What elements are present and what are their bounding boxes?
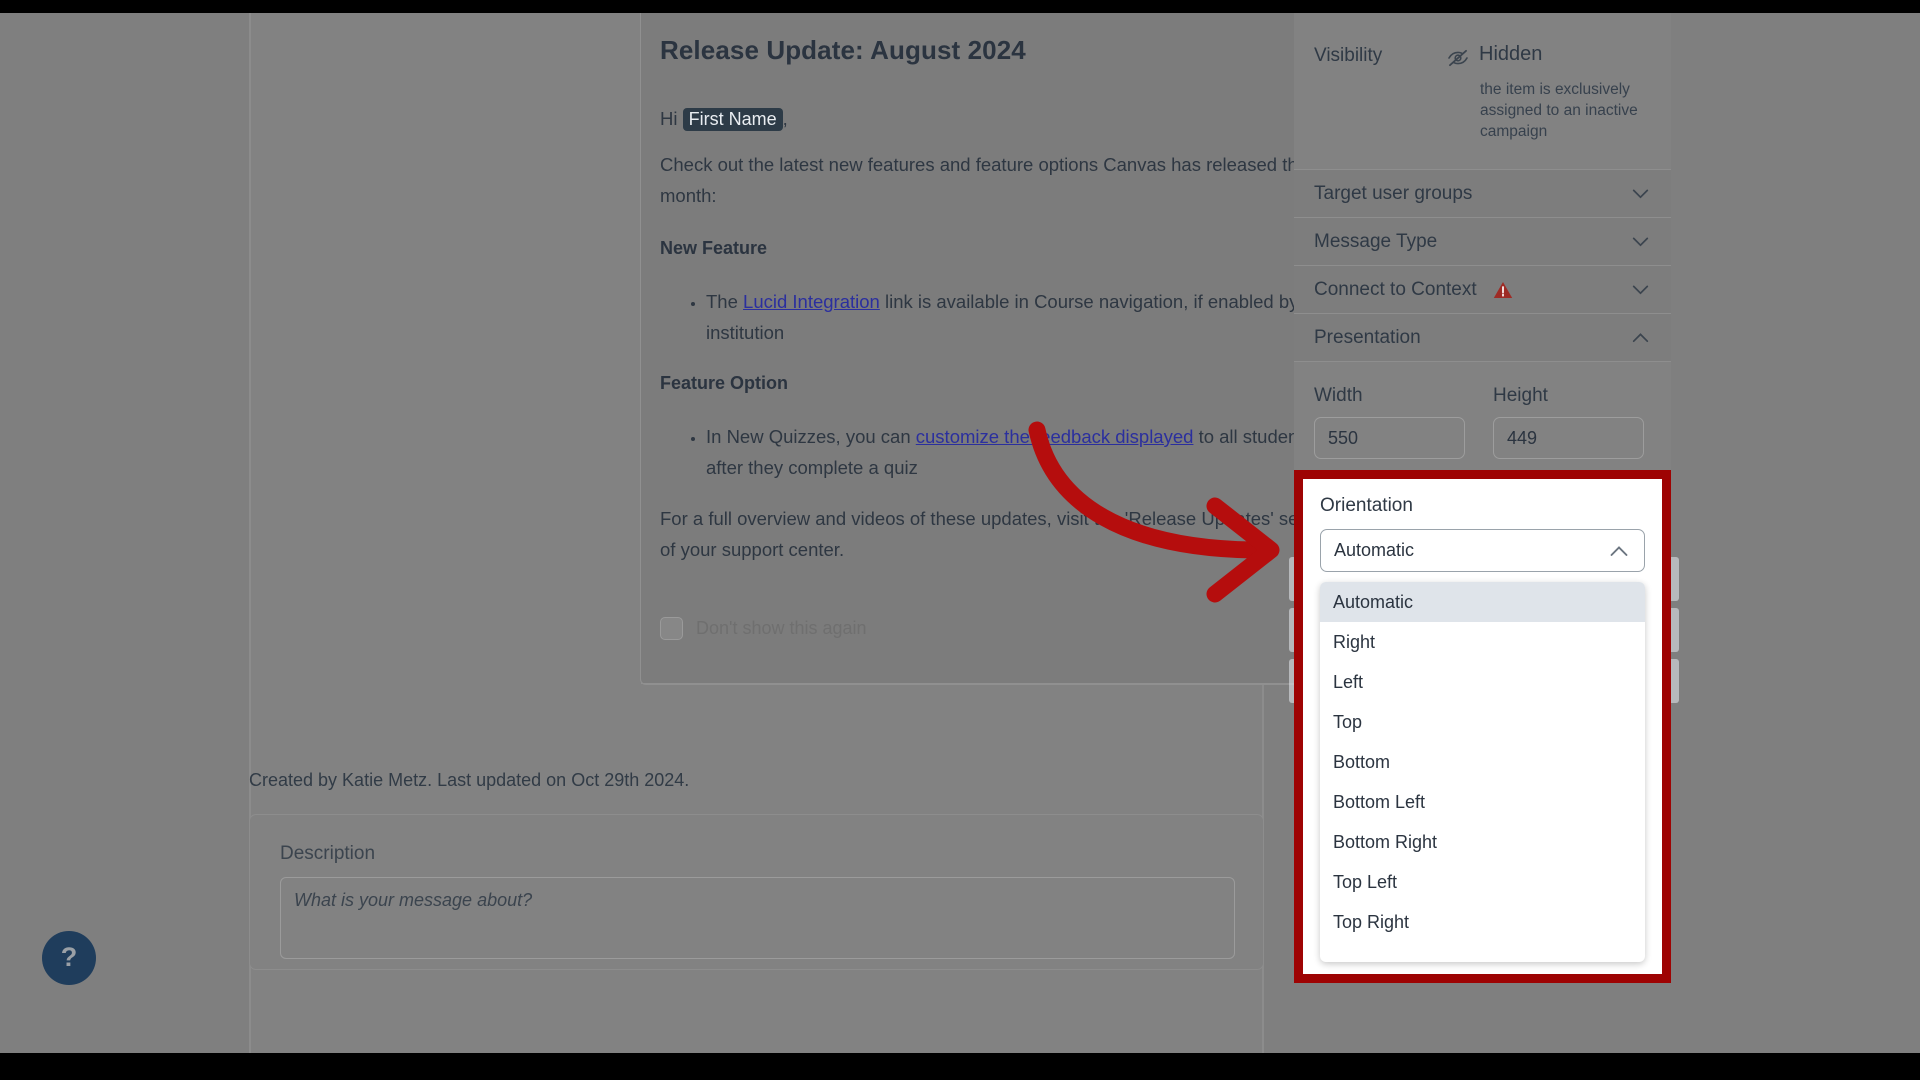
orientation-select[interactable]: Automatic (1320, 529, 1645, 572)
orientation-option-top[interactable]: Top (1320, 702, 1645, 742)
orientation-option-top-left[interactable]: Top Left (1320, 862, 1645, 902)
height-input[interactable]: 449 (1493, 417, 1644, 459)
description-input[interactable]: What is your message about? (280, 877, 1235, 959)
height-value: 449 (1507, 427, 1538, 448)
intro-paragraph: Check out the latest new features and fe… (660, 154, 1311, 206)
settings-sidebar: Visibility Hidden the item is exclusivel… (1289, 13, 1679, 703)
visibility-note: the item is exclusively assigned to an i… (1480, 81, 1638, 140)
list-item: In New Quizzes, you can customize the fe… (706, 421, 1346, 483)
question-mark-icon: ? (60, 941, 78, 972)
list-item: The Lucid Integration link is available … (706, 286, 1346, 348)
bullet-text-pre: The (706, 291, 744, 312)
orientation-label: Orientation (1320, 495, 1413, 516)
width-input[interactable]: 550 (1314, 417, 1465, 459)
greeting-prefix: Hi (660, 108, 683, 129)
chevron-up-icon (1632, 332, 1649, 342)
height-label: Height (1493, 385, 1548, 406)
sidebar-item-connect-to-context[interactable]: Connect to Context (1294, 266, 1671, 314)
accordion-label: Presentation (1314, 326, 1421, 348)
orientation-option-bottom[interactable]: Bottom (1320, 742, 1645, 782)
eye-slash-icon (1448, 49, 1468, 67)
description-label: Description (280, 843, 376, 864)
outro-paragraph: For a full overview and videos of these … (660, 508, 1338, 560)
created-by-text: Created by Katie Metz. Last updated on O… (249, 770, 690, 790)
help-button[interactable]: ? (42, 931, 96, 985)
app-page: Release Update: August 2024 ✕ Hi First N… (0, 13, 1920, 1053)
greeting-line: Hi First Name, (660, 103, 1346, 135)
warning-triangle-icon (1493, 281, 1512, 298)
bullet-text-pre: In New Quizzes, you can (706, 426, 916, 447)
visibility-label: Visibility (1314, 45, 1383, 66)
description-placeholder: What is your message about? (294, 890, 533, 910)
chevron-down-icon (1632, 285, 1649, 294)
screenshot-root: Release Update: August 2024 ✕ Hi First N… (0, 0, 1920, 1080)
orientation-option-top-right[interactable]: Top Right (1320, 902, 1645, 942)
orientation-option-bottom-right[interactable]: Bottom Right (1320, 822, 1645, 862)
sidebar-item-target-user-groups[interactable]: Target user groups (1294, 170, 1671, 218)
chevron-down-icon (1632, 237, 1649, 246)
width-label: Width (1314, 385, 1363, 406)
lucid-integration-link[interactable]: Lucid Integration (743, 291, 880, 312)
orientation-options-menu: Automatic Right Left Top Bottom Bottom L… (1320, 582, 1645, 962)
sidebar-item-message-type[interactable]: Message Type (1294, 218, 1671, 266)
sidebar-item-presentation[interactable]: Presentation (1294, 314, 1671, 362)
visibility-value: Hidden (1479, 43, 1543, 65)
orientation-option-left[interactable]: Left (1320, 662, 1645, 702)
orientation-option-automatic[interactable]: Automatic (1320, 582, 1645, 622)
section-heading-new-feature: New Feature (660, 238, 768, 258)
section-heading-feature-option: Feature Option (660, 373, 789, 393)
chevron-down-icon (1632, 189, 1649, 198)
chevron-up-icon (1610, 546, 1628, 556)
merge-token: First Name (682, 108, 783, 131)
accordion-label: Message Type (1314, 230, 1438, 252)
feature-option-list: In New Quizzes, you can customize the fe… (706, 421, 1346, 483)
width-value: 550 (1328, 427, 1359, 448)
orientation-option-right[interactable]: Right (1320, 622, 1645, 662)
visibility-section: Visibility Hidden the item is exclusivel… (1294, 13, 1671, 170)
accordion-label: Target user groups (1314, 182, 1473, 204)
dont-show-again-label: Don't show this again (696, 618, 867, 638)
accordion-label: Connect to Context (1314, 278, 1477, 300)
orientation-selected-value: Automatic (1334, 540, 1415, 560)
greeting-suffix: , (782, 108, 788, 129)
release-update-modal: Release Update: August 2024 ✕ Hi First N… (640, 13, 1377, 685)
modal-divider (641, 683, 1376, 684)
dont-show-again-row[interactable]: Don't show this again (660, 617, 867, 640)
customize-feedback-link[interactable]: customize the feedback displayed (916, 426, 1194, 447)
modal-title: Release Update: August 2024 (660, 35, 1026, 65)
orientation-option-bottom-left[interactable]: Bottom Left (1320, 782, 1645, 822)
modal-body: Hi First Name, Check out the latest new … (660, 103, 1346, 587)
dont-show-again-checkbox[interactable] (660, 617, 683, 640)
orientation-highlight-box: Orientation Automatic Automatic Right Le… (1294, 470, 1671, 983)
description-card: Description What is your message about? (249, 814, 1264, 970)
new-feature-list: The Lucid Integration link is available … (706, 286, 1346, 348)
